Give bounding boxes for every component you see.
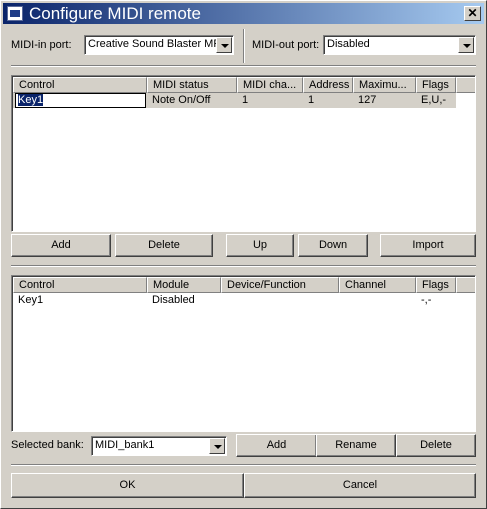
cell-control: Key1 [18,294,44,306]
delete-bank-button[interactable]: Delete [396,434,476,457]
column-header-flags[interactable]: Flags [416,77,456,93]
cell-midi-status: Note On/Off [152,94,211,106]
chevron-down-icon[interactable] [458,37,474,53]
column-header-control[interactable]: Control [13,277,147,293]
midi-in-label: MIDI-in port: [11,39,72,51]
controls-list[interactable]: Control MIDI status MIDI cha... Address … [11,75,476,232]
table-row[interactable]: Key1 Disabled -,- [13,293,456,308]
selected-bank-select[interactable]: MIDI_bank1 [91,436,227,456]
selected-bank-value: MIDI_bank1 [95,439,155,451]
control-name-edit-field[interactable]: Key1 [15,93,146,108]
controls-list-header: Control MIDI status MIDI cha... Address … [13,77,475,93]
mapping-list[interactable]: Control Module Device/Function Channel F… [11,275,476,432]
column-header-filler [456,277,475,293]
column-header-device-function[interactable]: Device/Function [221,277,339,293]
column-header-module[interactable]: Module [147,277,221,293]
column-header-maximum[interactable]: Maximu... [353,77,416,93]
window-title: Configure MIDI remote [29,4,201,23]
add-control-button[interactable]: Add [11,234,111,257]
cell-address: 1 [308,94,315,106]
top-separator [11,65,476,67]
cell-device-function [221,293,339,308]
chevron-down-icon[interactable] [216,37,232,53]
selected-bank-label: Selected bank: [11,439,84,451]
add-bank-button[interactable]: Add [236,434,317,457]
move-down-button[interactable]: Down [298,234,368,257]
midi-out-port-value: Disabled [327,38,370,50]
app-icon [7,6,23,21]
cell-flags: E,U,- [421,94,447,106]
midi-out-port-select[interactable]: Disabled [323,35,476,55]
cell-module: Disabled [152,294,195,306]
chevron-down-icon[interactable] [209,438,225,454]
middle-separator [11,265,476,267]
mapping-list-header: Control Module Device/Function Channel F… [13,277,475,293]
cancel-button[interactable]: Cancel [244,473,476,498]
column-header-address[interactable]: Address [303,77,353,93]
cell-flags: -,- [421,294,432,306]
column-header-flags[interactable]: Flags [416,277,456,293]
ok-button[interactable]: OK [11,473,244,498]
column-header-control[interactable]: Control [13,77,147,93]
import-button[interactable]: Import [380,234,476,257]
midi-in-port-value: Creative Sound Blaster MP [88,38,216,50]
control-name-edit-value: Key1 [18,94,44,106]
cell-midi-channel: 1 [242,94,249,106]
cell-maximum: 127 [358,94,377,106]
cell-channel [339,293,416,308]
column-header-midi-channel[interactable]: MIDI cha... [237,77,303,93]
column-header-channel[interactable]: Channel [339,277,416,293]
column-header-filler [456,77,475,93]
title-bar[interactable]: Configure MIDI remote ✕ [3,3,484,24]
bottom-separator [11,464,476,466]
port-divider [243,29,245,63]
close-button[interactable]: ✕ [464,6,481,21]
rename-bank-button[interactable]: Rename [316,434,396,457]
midi-out-label: MIDI-out port: [252,39,320,51]
column-header-midi-status[interactable]: MIDI status [147,77,237,93]
delete-control-button[interactable]: Delete [115,234,213,257]
configure-midi-remote-dialog: Configure MIDI remote ✕ MIDI-in port: Cr… [0,0,487,509]
move-up-button[interactable]: Up [226,234,294,257]
midi-in-port-select[interactable]: Creative Sound Blaster MP [84,35,234,55]
